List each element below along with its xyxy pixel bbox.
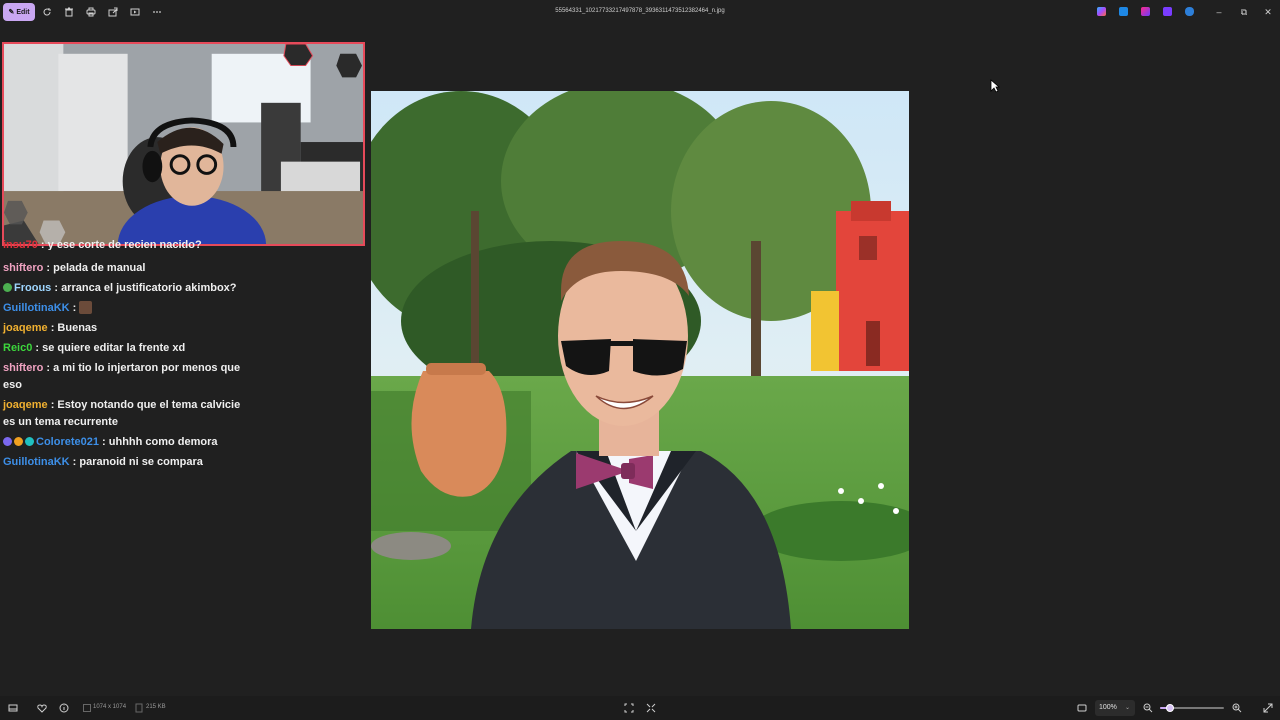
chat-text: : uhhhh como demora xyxy=(102,436,218,448)
chat-message: GuillotinaKK : xyxy=(3,300,243,317)
chat-emote-icon xyxy=(79,301,93,314)
chat-message: joaqeme : Estoy notando que el tema calv… xyxy=(3,397,243,431)
fit-to-window-icon[interactable] xyxy=(623,702,635,714)
favorite-icon[interactable] xyxy=(36,702,48,714)
chat-username[interactable]: joaqeme xyxy=(3,399,48,411)
chat-panel: insu70 : y ese corte de recien nacido? sh… xyxy=(3,240,243,474)
status-bar: 1074 x 1074 215 KB 100% ⌄ xyxy=(0,696,1280,720)
chat-badge-icon xyxy=(3,437,12,446)
top-toolbar: ✎ Edit 55564331_10217733217497878_393631… xyxy=(0,0,1280,24)
file-name: 55564331_10217733217497878_3936311473512… xyxy=(555,8,725,14)
zoom-out-icon[interactable] xyxy=(1142,702,1154,714)
file-size-icon xyxy=(133,702,145,714)
actual-size-icon[interactable] xyxy=(1076,702,1088,714)
zoom-slider-thumb[interactable] xyxy=(1165,704,1174,712)
dimensions-icon xyxy=(81,702,93,714)
chat-username[interactable]: joaqeme xyxy=(3,322,48,334)
chat-username[interactable]: shiftero xyxy=(3,362,43,374)
filmstrip-icon[interactable] xyxy=(7,702,19,714)
chat-text: : Buenas xyxy=(50,322,98,334)
mouse-cursor-icon xyxy=(990,79,1001,93)
video-editor-icon[interactable] xyxy=(1163,7,1172,16)
chat-badge-icon xyxy=(3,283,12,292)
chat-message: shiftero : a mi tio lo injertaron por me… xyxy=(3,360,243,394)
chat-username[interactable]: Froous xyxy=(14,282,51,294)
zoom-dropdown[interactable]: 100% ⌄ xyxy=(1095,700,1135,716)
zoom-slider[interactable] xyxy=(1160,704,1224,712)
photo-viewer[interactable] xyxy=(371,91,909,629)
chat-badge-icon xyxy=(14,437,23,446)
chat-text: : pelada de manual xyxy=(46,262,146,274)
zoom-in-icon[interactable] xyxy=(1231,702,1243,714)
chat-message: Reic0 : se quiere editar la frente xd xyxy=(3,340,243,357)
file-size: 215 KB xyxy=(146,704,166,710)
chat-message: Colorete021 : uhhhh como demora xyxy=(3,434,243,451)
minimize-button[interactable]: – xyxy=(1212,5,1226,19)
photoshop-express-icon[interactable] xyxy=(1141,7,1150,16)
chat-username[interactable]: shiftero xyxy=(3,262,43,274)
chat-text: : paranoid ni se compara xyxy=(72,456,203,468)
chat-message: insu70 : y ese corte de recien nacido? xyxy=(3,240,243,250)
chat-username[interactable]: Reic0 xyxy=(3,342,32,354)
photo-image xyxy=(371,91,909,629)
chat-text: : se quiere editar la frente xd xyxy=(35,342,186,354)
chat-username[interactable]: GuillotinaKK xyxy=(3,302,70,314)
chat-username[interactable]: insu70 xyxy=(3,240,38,250)
fullscreen-icon[interactable] xyxy=(645,702,657,714)
image-dimensions: 1074 x 1074 xyxy=(93,704,127,710)
close-button[interactable]: ✕ xyxy=(1261,5,1275,19)
chat-message: Froous : arranca el justificatorio akimb… xyxy=(3,280,243,297)
clipchamp-icon[interactable] xyxy=(1119,7,1128,16)
chat-message: shiftero : pelada de manual xyxy=(3,260,243,277)
chat-message: joaqeme : Buenas xyxy=(3,320,243,337)
expand-icon[interactable] xyxy=(1262,702,1274,714)
chat-text: : xyxy=(72,302,77,314)
onedrive-icon[interactable] xyxy=(1185,7,1194,16)
zoom-value: 100% xyxy=(1099,704,1117,711)
webcam-feed xyxy=(4,44,363,244)
chat-message: GuillotinaKK : paranoid ni se compara xyxy=(3,454,243,471)
restore-button[interactable]: ⧉ xyxy=(1237,5,1251,19)
webcam-overlay xyxy=(2,42,365,246)
chat-username[interactable]: GuillotinaKK xyxy=(3,456,70,468)
chat-badge-icon xyxy=(25,437,34,446)
info-icon[interactable] xyxy=(58,702,70,714)
chat-text: : y ese corte de recien nacido? xyxy=(40,240,202,250)
copilot-icon[interactable] xyxy=(1097,7,1106,16)
chat-text: : arranca el justificatorio akimbox? xyxy=(54,282,237,294)
chat-username[interactable]: Colorete021 xyxy=(36,436,99,448)
chevron-down-icon: ⌄ xyxy=(1124,705,1130,711)
